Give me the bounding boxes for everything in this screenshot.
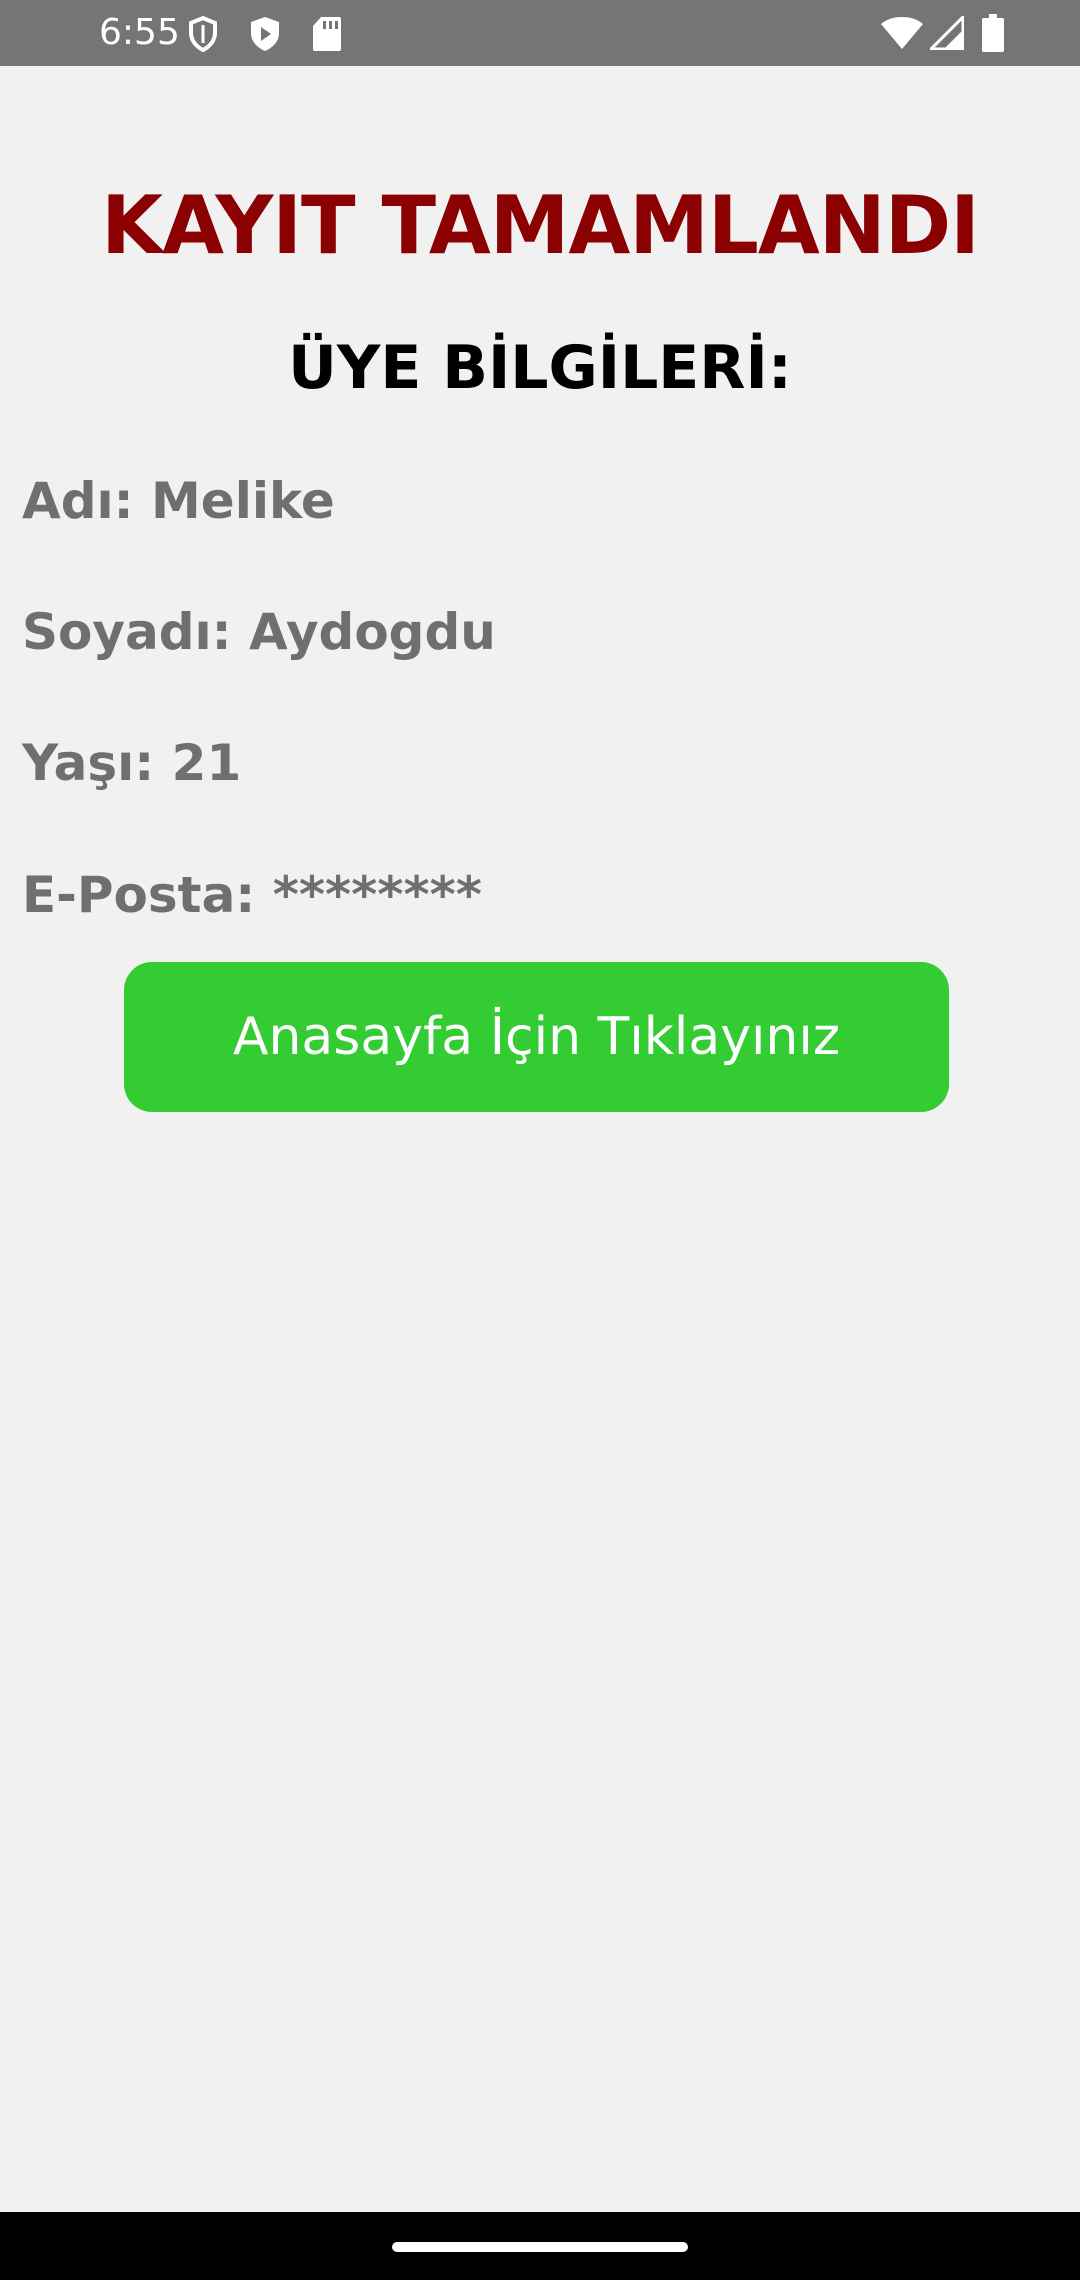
surname-field: Soyadı: Aydogdu [22, 603, 496, 661]
page-title: KAYIT TAMAMLANDI [101, 179, 980, 272]
home-page-button[interactable]: Anasayfa İçin Tıklayınız [124, 962, 949, 1112]
name-field: Adı: Melike [22, 472, 335, 530]
play-store-icon [251, 17, 279, 51]
status-bar: 6:55 [0, 0, 1080, 66]
home-indicator[interactable] [392, 2242, 688, 2252]
status-time: 6:55 [99, 12, 180, 53]
cell-signal-icon [930, 16, 964, 50]
member-info-heading: ÜYE BİLGİLERİ: [288, 333, 792, 403]
battery-icon [982, 14, 1004, 52]
registration-complete-screen: KAYIT TAMAMLANDI ÜYE BİLGİLERİ: Adı: Mel… [0, 66, 1080, 2212]
sd-card-icon [313, 17, 341, 51]
wifi-icon [881, 17, 923, 49]
shield-icon [189, 16, 217, 52]
email-field: E-Posta: ******** [22, 866, 482, 924]
age-field: Yaşı: 21 [22, 734, 242, 792]
